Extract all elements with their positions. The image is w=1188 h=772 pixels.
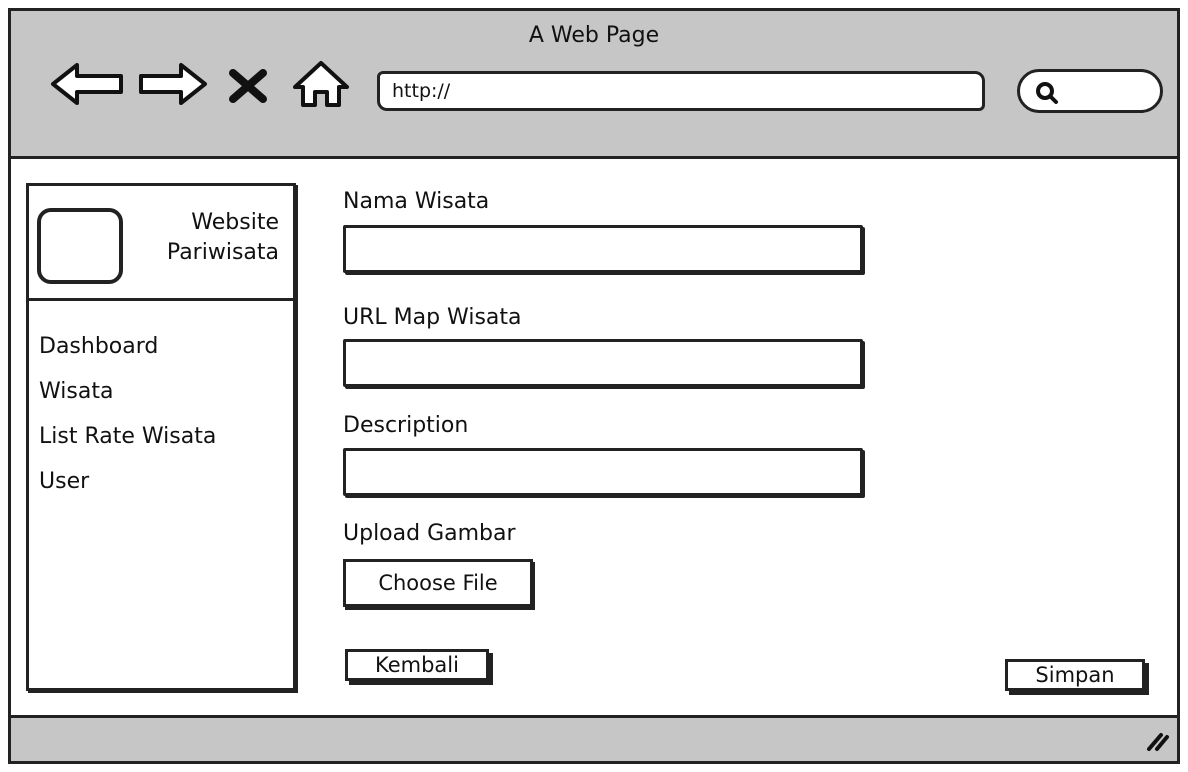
- status-bar: [11, 715, 1177, 761]
- brand-line-1: Website: [191, 210, 279, 235]
- browser-toolbar: A Web Page http://: [11, 11, 1177, 159]
- brand-line-2: Pariwisata: [166, 240, 279, 265]
- logo-placeholder: [37, 208, 123, 284]
- search-icon[interactable]: [1034, 80, 1060, 110]
- upload-gambar-label: Upload Gambar: [343, 521, 516, 546]
- home-icon[interactable]: [291, 59, 351, 107]
- arrow-right-icon[interactable]: [137, 61, 211, 107]
- nama-wisata-input[interactable]: [343, 225, 863, 273]
- back-button[interactable]: Kembali: [345, 649, 489, 681]
- window-title: A Web Page: [528, 23, 660, 48]
- save-button[interactable]: Simpan: [1005, 659, 1145, 691]
- search-input[interactable]: [1017, 69, 1163, 113]
- browser-window: A Web Page http:// Website Pariwisata Da…: [8, 8, 1180, 764]
- sidebar-item-wisata[interactable]: Wisata: [39, 369, 216, 414]
- sidebar-item-list-rate-wisata[interactable]: List Rate Wisata: [39, 414, 216, 459]
- sidebar-divider: [29, 298, 293, 301]
- sidebar-menu: Dashboard Wisata List Rate Wisata User: [39, 324, 216, 504]
- url-map-label: URL Map Wisata: [343, 305, 522, 330]
- resize-grip-icon[interactable]: [1141, 723, 1171, 757]
- description-label: Description: [343, 413, 469, 438]
- description-input[interactable]: [343, 448, 863, 496]
- url-map-input[interactable]: [343, 339, 863, 387]
- nama-wisata-label: Nama Wisata: [343, 189, 490, 214]
- brand-name: Website Pariwisata: [129, 208, 279, 268]
- url-bar[interactable]: http://: [377, 71, 985, 111]
- arrow-left-icon[interactable]: [47, 61, 127, 107]
- sidebar-item-dashboard[interactable]: Dashboard: [39, 324, 216, 369]
- sidebar: Website Pariwisata Dashboard Wisata List…: [26, 183, 296, 691]
- close-icon[interactable]: [229, 69, 269, 115]
- sidebar-item-user[interactable]: User: [39, 459, 216, 504]
- choose-file-button[interactable]: Choose File: [343, 559, 533, 607]
